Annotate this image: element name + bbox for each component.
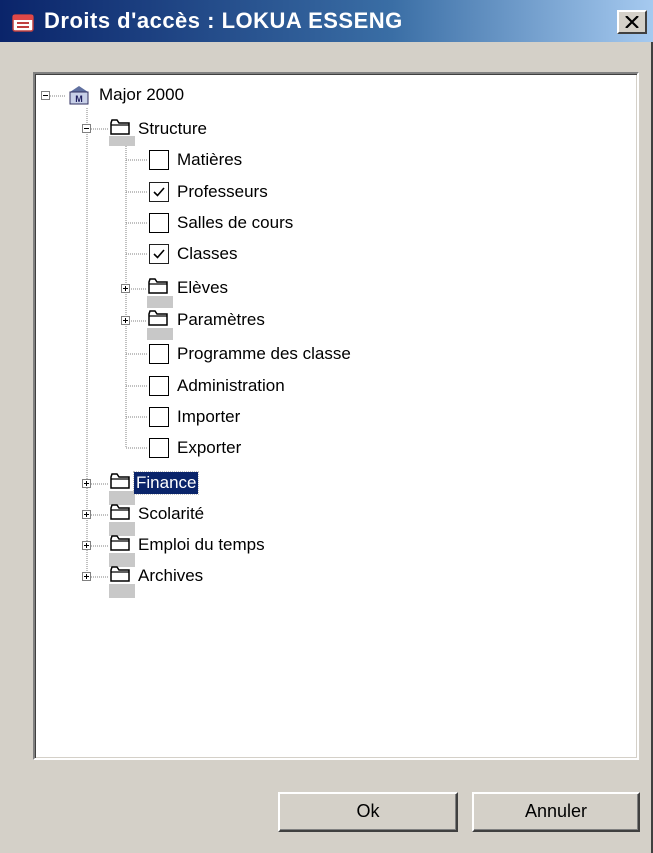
folder-icon (110, 473, 130, 489)
checkbox-classes[interactable] (149, 244, 169, 264)
folder-icon (148, 310, 168, 326)
eleves-expand-toggle[interactable] (121, 284, 130, 293)
tree-item-exporter[interactable]: Exporter (175, 437, 243, 459)
tree-item-professeurs[interactable]: Professeurs (175, 181, 270, 203)
tree-item-finance[interactable]: Finance (132, 471, 200, 495)
minus-icon (84, 128, 89, 129)
checkbox-administration[interactable] (149, 376, 169, 396)
ok-button[interactable]: Ok (278, 792, 458, 832)
icon-shadow (147, 296, 173, 308)
folder-icon (110, 119, 130, 135)
calendar-icon (12, 14, 34, 32)
tree-item-structure[interactable]: Structure (136, 118, 209, 140)
emploi-du-temps-expand-toggle[interactable] (82, 541, 91, 550)
archives-expand-toggle[interactable] (82, 572, 91, 581)
checkbox-professeurs[interactable] (149, 182, 169, 202)
tree-item-classes[interactable]: Classes (175, 243, 239, 265)
tree-root-label[interactable]: Major 2000 (97, 84, 186, 106)
tree-item-salles-de-cours[interactable]: Salles de cours (175, 212, 295, 234)
checkbox-salles-de-cours[interactable] (149, 213, 169, 233)
checkmark-icon (153, 187, 165, 197)
tree-item-importer[interactable]: Importer (175, 406, 242, 428)
checkbox-matieres[interactable] (149, 150, 169, 170)
folder-icon (110, 504, 130, 520)
permissions-tree[interactable]: M Major 2000 Structure Matières Professe… (33, 72, 639, 760)
window-title: Droits d'accès : LOKUA ESSENG (44, 8, 403, 33)
tree-item-emploi-du-temps[interactable]: Emploi du temps (136, 534, 267, 556)
tree-item-programme-des-classe[interactable]: Programme des classe (175, 343, 353, 365)
checkbox-exporter[interactable] (149, 438, 169, 458)
tree-item-archives[interactable]: Archives (136, 565, 205, 587)
checkbox-programme-des-classe[interactable] (149, 344, 169, 364)
plus-icon (123, 318, 128, 323)
folder-icon (148, 278, 168, 294)
folder-icon (110, 535, 130, 551)
plus-icon (84, 481, 89, 486)
tree-item-scolarite[interactable]: Scolarité (136, 503, 206, 525)
app-logo-icon: M (69, 86, 89, 105)
icon-shadow (109, 584, 135, 598)
plus-icon (84, 574, 89, 579)
plus-icon (84, 543, 89, 548)
dialog-window: Droits d'accès : LOKUA ESSENG M Major 20… (0, 0, 653, 853)
tree-connector-lines (46, 95, 147, 578)
icon-shadow (109, 136, 135, 146)
close-icon (625, 16, 639, 28)
root-collapse-toggle[interactable] (41, 91, 50, 100)
plus-icon (84, 512, 89, 517)
structure-collapse-toggle[interactable] (82, 124, 91, 133)
folder-icon (110, 566, 130, 582)
icon-shadow (147, 328, 173, 340)
close-button[interactable] (617, 10, 647, 34)
parametres-expand-toggle[interactable] (121, 316, 130, 325)
cancel-button[interactable]: Annuler (472, 792, 640, 832)
finance-expand-toggle[interactable] (82, 479, 91, 488)
plus-icon (123, 286, 128, 291)
tree-item-matieres[interactable]: Matières (175, 149, 244, 171)
minus-icon (43, 95, 48, 96)
tree-item-administration[interactable]: Administration (175, 375, 287, 397)
title-bar[interactable]: Droits d'accès : LOKUA ESSENG (0, 0, 653, 42)
scolarite-expand-toggle[interactable] (82, 510, 91, 519)
tree-item-parametres[interactable]: Paramètres (175, 309, 267, 331)
checkmark-icon (153, 249, 165, 259)
svg-text:M: M (75, 94, 83, 104)
checkbox-importer[interactable] (149, 407, 169, 427)
tree-item-eleves[interactable]: Elèves (175, 277, 230, 299)
